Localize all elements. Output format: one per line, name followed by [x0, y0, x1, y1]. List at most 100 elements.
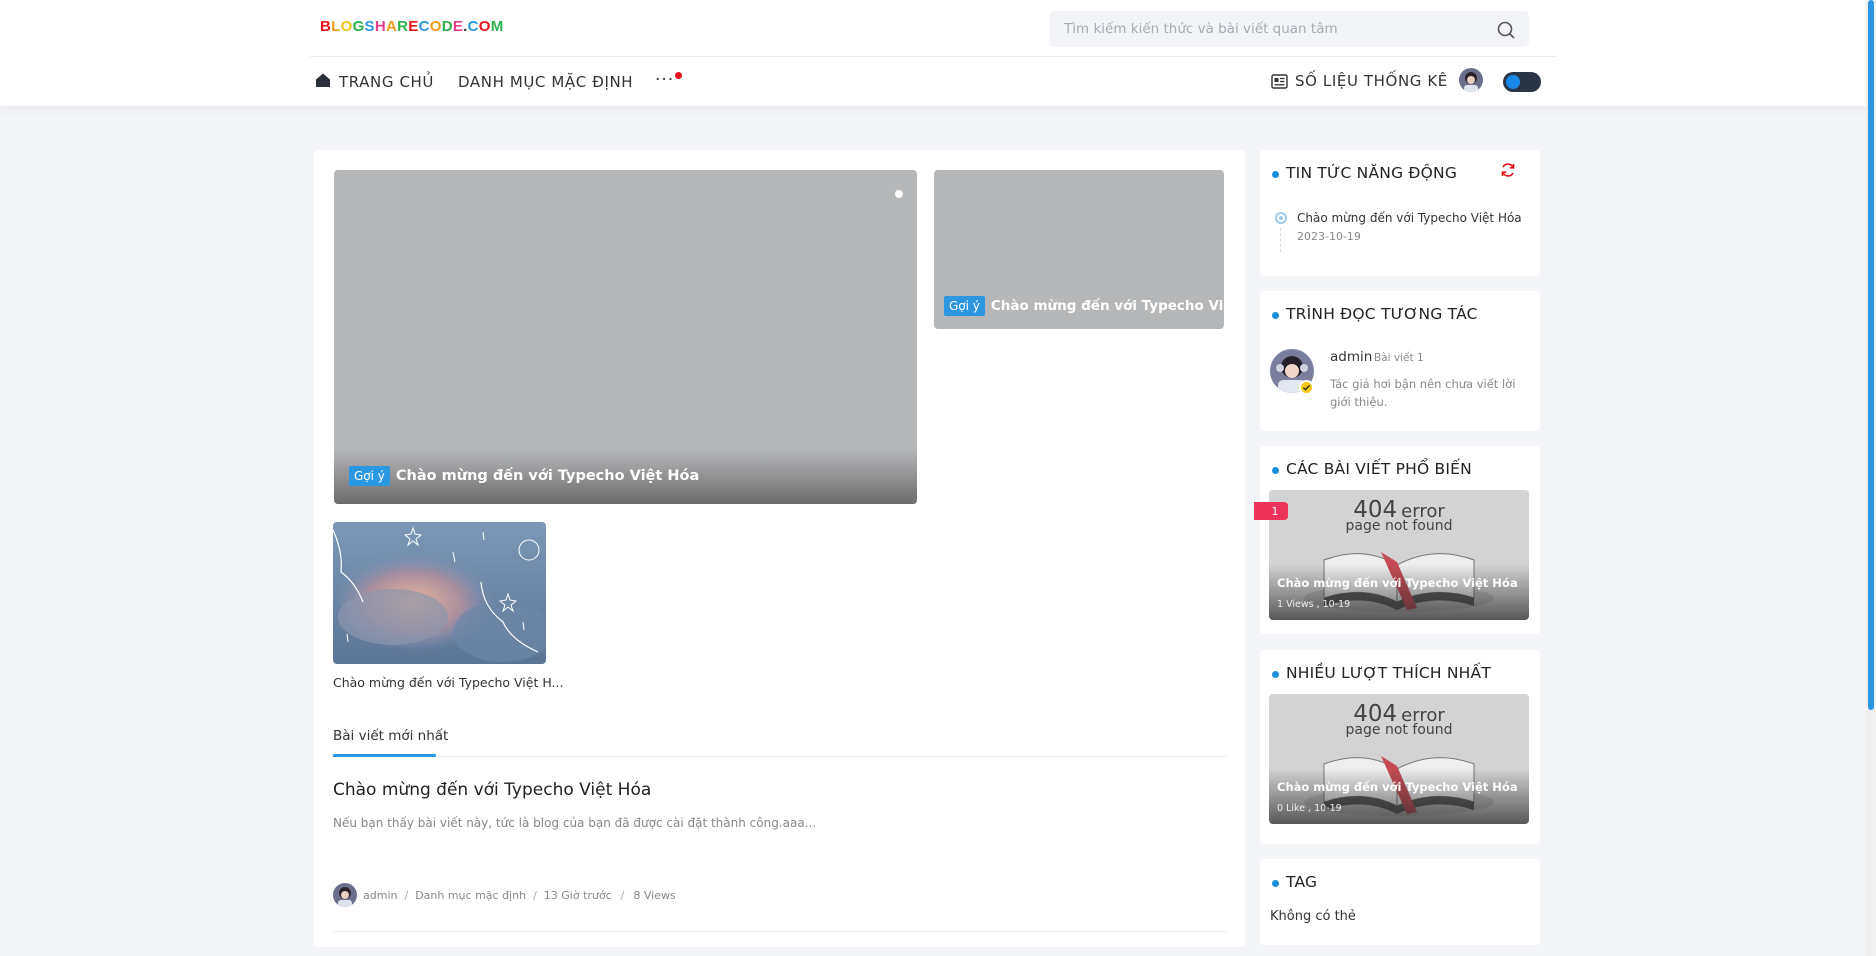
toggle-knob [1506, 75, 1520, 89]
thumbnail-title[interactable]: Chào mừng đến với Typecho Việt H... [333, 675, 563, 690]
popular-post-meta: 1 Views , 10-19 [1277, 599, 1351, 610]
widget-most-liked: NHIỀU LƯỢT THÍCH NHẤT 404 error page not … [1260, 650, 1540, 844]
logo-letter: O [429, 18, 442, 35]
logo-letter: O [478, 18, 491, 35]
liked-post-card[interactable]: 404 error page not found Chào mừng đến vớ… [1269, 694, 1529, 824]
widget-bullet [1272, 880, 1279, 887]
hero-caption: Gợi ý Chào mừng đến với Typecho Việt Hóa [349, 466, 699, 486]
notification-dot [675, 72, 682, 79]
logo-letter: R [397, 18, 409, 35]
logo-letter: C [418, 18, 430, 35]
post-thumbnail[interactable] [333, 522, 546, 664]
meta-separator: / [620, 888, 625, 902]
post-views: 8 Views [633, 888, 676, 902]
meta-separator: / [533, 888, 537, 902]
liked-post-meta: 0 Like , 10-19 [1277, 803, 1342, 814]
logo-letter: E [408, 18, 419, 35]
search-icon[interactable] [1495, 19, 1517, 41]
hero-title: Chào mừng đến với Typecho Việt Hóa [395, 468, 700, 484]
logo-letter: L [331, 18, 341, 35]
news-item-date: 2023-10-19 [1297, 230, 1361, 243]
widget-bullet [1272, 171, 1279, 178]
widget-title: NHIỀU LƯỢT THÍCH NHẤT [1286, 664, 1491, 682]
card-shade [1269, 564, 1529, 620]
main-content: Gợi ý Chào mừng đến với Typecho Việt Hóa… [314, 150, 1245, 947]
scrollbar-thumb[interactable] [1868, 0, 1874, 710]
popular-post-card[interactable]: 404 error page not found Chào mừng đến vớ… [1269, 490, 1529, 620]
news-item-title[interactable]: Chào mừng đến với Typecho Việt Hóa [1297, 211, 1522, 225]
stats-label: SỐ LIỆU THỐNG KÊ [1295, 72, 1448, 90]
post-excerpt: Nếu bạn thấy bài viết này, tức là blog c… [333, 816, 817, 830]
post-time: 13 Giờ trước [543, 888, 612, 902]
featured-side-card[interactable]: Gợi ý Chào mừng đến với Typecho Việt ... [934, 170, 1224, 329]
logo-letter: H [374, 18, 386, 35]
search-box [1049, 11, 1529, 47]
widget-title: TIN TỨC NĂNG ĐỘNG [1286, 164, 1458, 182]
rank-badge: 1 [1254, 502, 1288, 524]
post-divider [333, 931, 1227, 932]
nav-home-label: TRANG CHỦ [339, 73, 434, 91]
logo-letter: A [386, 18, 398, 35]
widget-title: CÁC BÀI VIẾT PHỔ BIẾN [1286, 460, 1472, 478]
reader-bio: Tác giả hơi bận nên chưa viết lời giới t… [1330, 377, 1516, 409]
post-title[interactable]: Chào mừng đến với Typecho Việt Hóa [333, 780, 651, 800]
reader-post-count: Bài viết 1 [1374, 352, 1424, 364]
post-meta: admin / Danh mục mặc định / 13 Giờ trước… [333, 883, 676, 907]
recommend-badge: Gợi ý [944, 296, 985, 316]
verified-icon [1299, 380, 1314, 395]
logo-letter: C [467, 18, 479, 35]
more-menu-button[interactable]: ··· [655, 70, 674, 90]
logo-letter: G [352, 18, 365, 35]
widget-popular: CÁC BÀI VIẾT PHỔ BIẾN 404 error page not … [1254, 446, 1540, 634]
widget-readers: TRÌNH ĐỌC TƯƠNG TÁC admin Bài viết 1 Tác… [1260, 291, 1540, 431]
post-author[interactable]: admin [363, 889, 397, 902]
recommend-badge: Gợi ý [349, 466, 390, 486]
logo-letter: B [320, 18, 332, 35]
site-header: BLOGSHARECODE.COM TRANG CHỦ DANH MỤC MẶC… [0, 0, 1876, 106]
timeline-dot [1275, 212, 1287, 224]
hero-side-title: Chào mừng đến với Typecho Việt ... [990, 298, 1224, 314]
post-category[interactable]: Danh mục mặc định [415, 889, 526, 902]
nav-default-category[interactable]: DANH MỤC MẶC ĐỊNH [458, 72, 633, 92]
widget-news: TIN TỨC NĂNG ĐỘNG Chào mừng đến với Type… [1260, 150, 1540, 276]
logo-letter: D [441, 18, 453, 35]
widget-bullet [1272, 671, 1279, 678]
widget-tags: TAG Không có thẻ [1260, 859, 1540, 945]
nav-home[interactable]: TRANG CHỦ [315, 72, 434, 92]
card-shade [1269, 768, 1529, 824]
search-input[interactable] [1049, 11, 1479, 47]
popular-post-title[interactable]: Chào mừng đến với Typecho Việt Hóa [1277, 576, 1518, 590]
user-avatar[interactable] [1459, 68, 1483, 92]
liked-post-title[interactable]: Chào mừng đến với Typecho Việt Hóa [1277, 780, 1518, 794]
rank-number: 1 [1272, 505, 1279, 518]
refresh-icon[interactable] [1500, 162, 1516, 182]
error-subtitle: page not found [1346, 722, 1453, 738]
header-divider [310, 56, 1556, 57]
tab-latest-posts[interactable]: Bài viết mới nhất [333, 728, 448, 744]
widget-bullet [1272, 312, 1279, 319]
error-subtitle: page not found [1346, 518, 1453, 534]
site-logo[interactable]: BLOGSHARECODE.COM [320, 18, 504, 35]
home-icon [315, 72, 331, 92]
logo-letter: S [364, 18, 375, 35]
author-avatar[interactable] [333, 883, 357, 907]
logo-letter: M [490, 18, 504, 35]
nav-stats[interactable]: SỐ LIỆU THỐNG KÊ [1271, 72, 1448, 90]
hero-side-caption: Gợi ý Chào mừng đến với Typecho Việt ... [944, 296, 1224, 316]
theme-toggle[interactable] [1503, 72, 1541, 92]
featured-slider[interactable]: Gợi ý Chào mừng đến với Typecho Việt Hóa [334, 170, 917, 504]
logo-letter: O [340, 18, 353, 35]
slider-dot[interactable] [895, 190, 903, 198]
active-tab-indicator [333, 754, 436, 757]
nav-category-label: DANH MỤC MẶC ĐỊNH [458, 73, 634, 91]
timeline-line [1280, 228, 1281, 252]
reader-name[interactable]: admin [1330, 349, 1372, 365]
no-tags-text: Không có thẻ [1270, 909, 1356, 924]
widget-title: TAG [1286, 873, 1318, 891]
meta-separator: / [404, 888, 409, 902]
stats-icon [1271, 73, 1288, 89]
logo-letter: E [452, 18, 464, 35]
widget-title: TRÌNH ĐỌC TƯƠNG TÁC [1286, 305, 1478, 323]
tabs-divider [333, 756, 1227, 757]
widget-bullet [1272, 467, 1279, 474]
